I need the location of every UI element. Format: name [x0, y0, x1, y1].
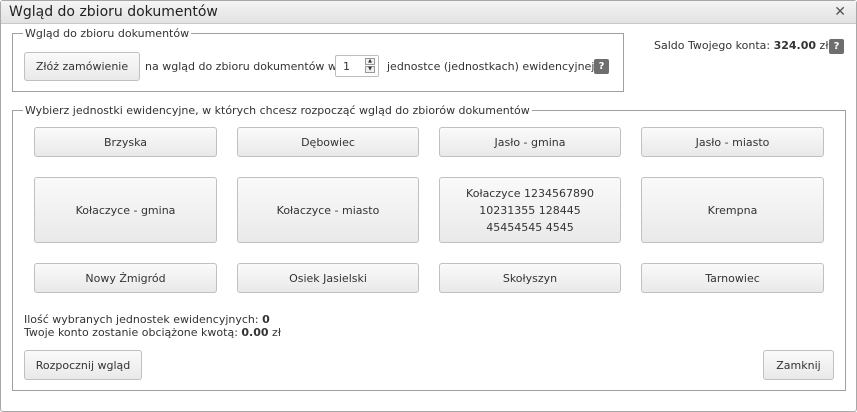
- unit-button-krempna[interactable]: Krempna: [641, 177, 824, 243]
- dialog: Wgląd do zbioru dokumentów ✕ Wgląd do zb…: [0, 0, 857, 412]
- dialog-title: Wgląd do zbioru dokumentów: [9, 4, 218, 20]
- close-button[interactable]: Zamknij: [763, 350, 834, 380]
- balance-value: 324.00: [773, 39, 817, 52]
- close-icon[interactable]: ✕: [834, 4, 846, 20]
- unit-button-skolyszyn[interactable]: Skołyszyn: [439, 263, 621, 293]
- unit-button-jaslo-miasto[interactable]: Jasło - miasto: [641, 127, 824, 157]
- unit-button-osiek-jasielski[interactable]: Osiek Jasielski: [237, 263, 419, 293]
- selected-count-value: 0: [262, 313, 270, 326]
- account-balance: Saldo Twojego konta: 324.00 zł: [654, 39, 828, 52]
- unit-button-tarnowiec[interactable]: Tarnowiec: [641, 263, 824, 293]
- unit-button-kolaczyce-gmina[interactable]: Kołaczyce - gmina: [34, 177, 217, 243]
- order-text-before: na wgląd do zbioru dokumentów w: [145, 60, 337, 73]
- balance-help-icon[interactable]: ?: [829, 39, 844, 54]
- units-legend: Wybierz jednostki ewidencyjne, w których…: [25, 104, 530, 117]
- stepper-up-icon[interactable]: ▲: [365, 58, 375, 65]
- balance-currency: zł: [819, 39, 829, 52]
- title-bar: Wgląd do zbioru dokumentów ✕: [1, 1, 856, 24]
- unit-button-kolaczyce-miasto[interactable]: Kołaczyce - miasto: [237, 177, 419, 243]
- order-text-after: jednostce (jednostkach) ewidencyjnej: [387, 60, 595, 73]
- charge-amount: Twoje konto zostanie obciążone kwotą: 0.…: [24, 326, 281, 339]
- charge-label: Twoje konto zostanie obciążone kwotą:: [24, 326, 238, 339]
- unit-button-debowiec[interactable]: Dębowiec: [237, 127, 419, 157]
- unit-button-kolaczyce-long[interactable]: Kołaczyce 1234567890 10231355 128445 454…: [439, 177, 621, 243]
- balance-label: Saldo Twojego konta:: [654, 39, 771, 52]
- order-legend: Wgląd do zbioru dokumentów: [25, 27, 190, 40]
- selected-count-label: Ilość wybranych jednostek ewidencyjnych:: [24, 313, 259, 326]
- charge-currency: zł: [272, 326, 281, 339]
- unit-button-nowy-zmigrod[interactable]: Nowy Żmigród: [34, 263, 217, 293]
- order-button[interactable]: Złóż zamówienie: [24, 52, 140, 81]
- start-button[interactable]: Rozpocznij wgląd: [24, 350, 142, 380]
- unit-button-jaslo-gmina[interactable]: Jasło - gmina: [439, 127, 621, 157]
- quantity-value: 1: [343, 60, 350, 73]
- quantity-stepper[interactable]: 1 ▲ ▼: [335, 55, 379, 77]
- unit-button-brzyska[interactable]: Brzyska: [34, 127, 217, 157]
- charge-value: 0.00: [241, 326, 269, 339]
- selected-count: Ilość wybranych jednostek ewidencyjnych:…: [24, 313, 270, 326]
- order-help-icon[interactable]: ?: [594, 59, 609, 74]
- stepper-down-icon[interactable]: ▼: [365, 66, 375, 73]
